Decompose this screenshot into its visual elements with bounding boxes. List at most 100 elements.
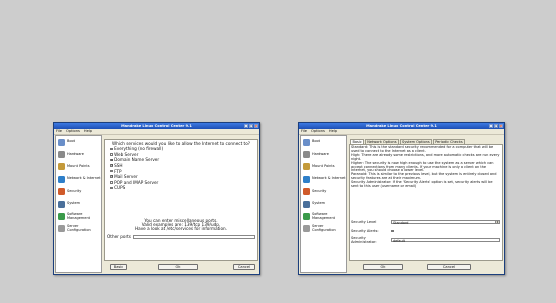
security-level-label: Security Level xyxy=(351,220,377,224)
security-alerts-row: Security Alerts: xyxy=(351,228,500,234)
service-label: Web Server xyxy=(114,151,139,157)
network-icon xyxy=(58,175,65,183)
sidebar-item-server-configuration[interactable]: Server Configuration xyxy=(56,223,101,235)
service-label: CUPS xyxy=(114,185,126,191)
security-level-select[interactable]: Standard ▾ xyxy=(391,219,500,225)
sidebar-item-hardware[interactable]: Hardware xyxy=(301,148,346,160)
service-checkbox[interactable] xyxy=(110,169,113,173)
sidebar-item-label: Boot xyxy=(67,139,76,144)
service-checkbox[interactable] xyxy=(110,153,113,156)
other-ports-input[interactable] xyxy=(133,234,255,239)
service-checkbox[interactable] xyxy=(110,186,113,190)
sidebar-item-label: Security xyxy=(67,188,82,193)
network-icon xyxy=(303,175,310,183)
sidebar-item-security[interactable]: Security xyxy=(56,186,101,198)
sidebar-item-server-configuration[interactable]: Server Configuration xyxy=(301,223,346,235)
main-content: Basic Network Options System Options Per… xyxy=(349,135,503,273)
services-list: Everything (no firewall) Web Server ✕ Domai… xyxy=(110,146,255,191)
service-checkbox[interactable] xyxy=(110,147,113,151)
sidebar-item-hardware[interactable]: Hardware xyxy=(56,148,101,160)
chevron-down-icon[interactable]: ▾ xyxy=(495,220,499,224)
description-line: Security Administrator: If the 'Security… xyxy=(351,180,493,189)
sidebar-item-label: Server Configuration xyxy=(67,224,91,232)
security-window: Mandrake Linux Control Center 9.1 _ □ × … xyxy=(298,122,505,275)
maximize-icon[interactable]: □ xyxy=(249,124,253,128)
sidebar-item-boot[interactable]: Boot xyxy=(301,136,346,148)
other-ports-label: Other ports xyxy=(107,234,131,239)
security-icon xyxy=(303,188,310,196)
service-label: SSH xyxy=(114,163,123,169)
service-checkbox[interactable]: ✕ xyxy=(110,175,113,178)
sidebar-item-mount-points[interactable]: Mount Points xyxy=(56,161,101,173)
security-level-value: Standard xyxy=(393,220,409,225)
menu-help[interactable]: Help xyxy=(84,129,92,134)
sidebar-item-label: Software Management xyxy=(312,211,336,220)
service-checkbox[interactable]: ✕ xyxy=(110,164,113,167)
sidebar-item-label: Mount Points xyxy=(312,164,335,169)
mount-points-icon xyxy=(303,163,310,171)
service-label: Domain Name Server xyxy=(114,157,160,163)
sidebar-item-security[interactable]: Security xyxy=(301,186,346,198)
sidebar-item-label: Network & Internet xyxy=(312,176,346,181)
menu-options[interactable]: Options xyxy=(66,129,80,134)
sidebar-item-label: Hardware xyxy=(67,151,84,156)
cancel-button[interactable]: Cancel xyxy=(427,264,471,270)
system-icon xyxy=(303,200,310,208)
ports-info-line: Have a look at /etc/services for informa… xyxy=(134,226,228,232)
server-icon xyxy=(303,225,310,233)
sidebar-item-software-management[interactable]: Software Management xyxy=(56,210,101,222)
firewall-window: Mandrake Linux Control Center 9.1 _ □ × … xyxy=(53,122,260,275)
service-checkbox[interactable] xyxy=(110,181,113,184)
sidebar-item-system[interactable]: System xyxy=(56,198,101,210)
menu-file[interactable]: File xyxy=(56,129,62,134)
main-content: Which services would you like to allow t… xyxy=(104,135,258,273)
ports-info: You can enter miscellaneous ports. Valid… xyxy=(105,218,257,232)
minimize-icon[interactable]: _ xyxy=(244,124,248,128)
boot-icon xyxy=(58,138,65,146)
ok-button[interactable]: Ok xyxy=(363,264,403,270)
security-admin-label: Security Administrator: xyxy=(351,236,377,244)
software-icon xyxy=(303,213,310,221)
cancel-button[interactable]: Cancel xyxy=(233,264,255,270)
basic-button[interactable]: Basic xyxy=(110,264,127,270)
service-label: POP and IMAP Server xyxy=(114,179,159,185)
security-alerts-label: Security Alerts: xyxy=(351,229,379,233)
menu-options[interactable]: Options xyxy=(311,129,325,134)
security-level-description: Standard: This is the standard security … xyxy=(351,145,501,189)
other-ports-row: Other ports xyxy=(107,234,255,239)
sidebar-item-software-management[interactable]: Software Management xyxy=(301,210,346,222)
sidebar-item-boot[interactable]: Boot xyxy=(56,136,101,148)
sidebar-item-network-internet[interactable]: Network & Internet xyxy=(56,173,101,185)
sidebar-item-label: System xyxy=(312,201,326,206)
maximize-icon[interactable]: □ xyxy=(494,124,498,128)
security-admin-row: Security Administrator: default xyxy=(351,236,500,244)
basic-tab-panel: Standard: This is the standard security … xyxy=(349,144,503,261)
sidebar-item-system[interactable]: System xyxy=(301,198,346,210)
service-option[interactable]: CUPS xyxy=(110,185,255,191)
ok-button[interactable]: Ok xyxy=(158,264,198,270)
service-label: Mail Server xyxy=(114,174,138,180)
sidebar-item-label: Server Configuration xyxy=(312,224,336,232)
boot-icon xyxy=(303,138,310,146)
close-icon[interactable]: × xyxy=(499,124,503,128)
service-label: FTP xyxy=(114,168,122,174)
server-icon xyxy=(58,225,65,233)
service-checkbox[interactable]: ✕ xyxy=(110,158,113,161)
security-admin-input[interactable]: default xyxy=(391,237,500,243)
mount-points-icon xyxy=(58,163,65,171)
close-icon[interactable]: × xyxy=(254,124,258,128)
sidebar-item-network-internet[interactable]: Network & Internet xyxy=(301,173,346,185)
sidebar-item-label: Network & Internet xyxy=(67,176,101,181)
menu-help[interactable]: Help xyxy=(329,129,337,134)
sidebar-item-mount-points[interactable]: Mount Points xyxy=(301,161,346,173)
software-icon xyxy=(58,213,65,221)
menu-file[interactable]: File xyxy=(301,129,307,134)
security-alerts-checkbox[interactable] xyxy=(391,229,394,233)
hardware-icon xyxy=(303,151,310,159)
sidebar-item-label: Mount Points xyxy=(67,164,90,169)
service-label: Everything (no firewall) xyxy=(114,146,164,152)
security-icon xyxy=(58,188,65,196)
sidebar-item-label: Boot xyxy=(312,139,321,144)
minimize-icon[interactable]: _ xyxy=(489,124,493,128)
sidebar-item-label: System xyxy=(67,201,81,206)
